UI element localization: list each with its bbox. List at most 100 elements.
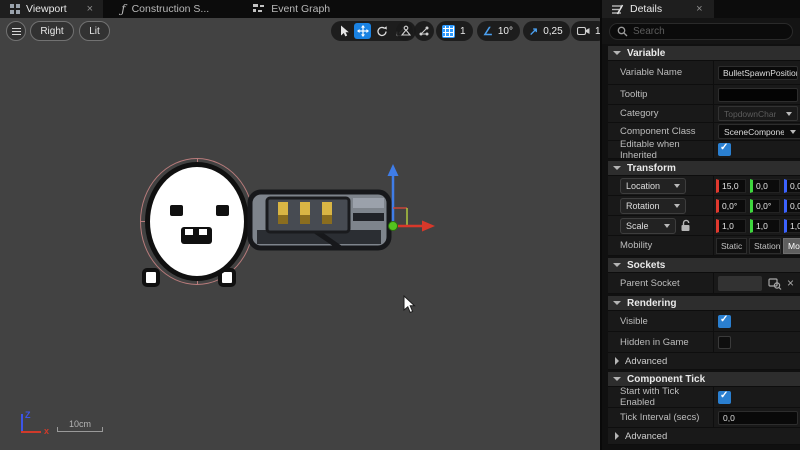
- row-tick-interval: Tick Interval (secs) 0,0: [608, 408, 800, 428]
- gun-sprite[interactable]: [247, 188, 392, 252]
- tooltip-input[interactable]: [718, 88, 798, 102]
- clear-socket-icon[interactable]: ×: [787, 276, 794, 290]
- details-icon: [612, 4, 624, 15]
- chevron-down-icon: [664, 224, 670, 228]
- tooltip-label: Tooltip: [608, 85, 714, 104]
- browse-socket-icon[interactable]: [768, 277, 782, 290]
- section-header-rendering[interactable]: Rendering: [608, 296, 800, 311]
- chevron-down-icon: [674, 204, 680, 208]
- component-tick-advanced-row[interactable]: Advanced: [608, 428, 800, 445]
- expand-arrow-icon: [615, 432, 619, 440]
- tab-construction-label: Construction S...: [132, 3, 210, 15]
- view-mode-label: Lit: [89, 26, 100, 37]
- move-tool-button[interactable]: [354, 23, 371, 39]
- grid-snap-icon: [442, 25, 455, 38]
- transform-gizmo[interactable]: [382, 162, 440, 236]
- tab-construction-script[interactable]: ƒ Construction S...: [111, 0, 219, 18]
- graph-nodes-icon: [253, 4, 265, 14]
- scale-z-field[interactable]: 1,0: [784, 219, 800, 233]
- select-tool-button[interactable]: [335, 23, 352, 39]
- view-mode-button[interactable]: Lit: [79, 21, 110, 41]
- collapse-arrow-icon: [613, 166, 621, 170]
- chevron-down-icon: [790, 130, 796, 134]
- search-box[interactable]: [609, 23, 793, 40]
- view-direction-button[interactable]: Right: [30, 21, 74, 41]
- angle-snap-value[interactable]: 10°: [495, 26, 516, 37]
- rendering-advanced-row[interactable]: Advanced: [608, 353, 800, 370]
- row-location: Location 15,0 0,0 0,0: [608, 176, 800, 196]
- viewport-menu-button[interactable]: [6, 21, 26, 41]
- grid-snap-value[interactable]: 1: [457, 26, 469, 37]
- mobility-movable-button[interactable]: Movable: [783, 238, 800, 254]
- rotation-y-field[interactable]: 0,0°: [750, 199, 780, 213]
- location-dropdown[interactable]: Location: [620, 178, 686, 194]
- row-category: Category TopdownChar: [608, 105, 800, 123]
- rotation-x-field[interactable]: 0,0°: [716, 199, 746, 213]
- category-dropdown[interactable]: TopdownChar: [718, 106, 798, 121]
- scale-ruler-line: [57, 431, 103, 432]
- location-y-field[interactable]: 0,0: [750, 179, 780, 193]
- scale-y-field[interactable]: 1,0: [750, 219, 780, 233]
- section-header-sockets[interactable]: Sockets: [608, 258, 800, 273]
- mobility-label: Mobility: [608, 236, 714, 255]
- surface-snapping-button[interactable]: [396, 21, 416, 41]
- search-input[interactable]: [633, 26, 785, 37]
- camera-icon: [577, 26, 590, 36]
- category-label: Category: [608, 105, 714, 122]
- scale-dropdown[interactable]: Scale: [620, 218, 676, 234]
- scale-snap-value[interactable]: 0,25: [540, 26, 565, 37]
- chevron-down-icon: [786, 112, 792, 116]
- tab-details[interactable]: Details ×: [602, 0, 714, 18]
- editable-checkbox[interactable]: [718, 143, 731, 156]
- viewport[interactable]: Right Lit: [0, 18, 600, 450]
- row-scale: Scale 1,0 1,0 1,0: [608, 216, 800, 236]
- rotate-tool-button[interactable]: [373, 23, 390, 39]
- section-component-tick-label: Component Tick: [627, 374, 705, 385]
- section-variable-label: Variable: [627, 48, 665, 59]
- lock-open-icon[interactable]: [680, 219, 691, 232]
- rotation-dropdown[interactable]: Rotation: [620, 198, 686, 214]
- actor-snapping-button[interactable]: [414, 21, 434, 41]
- hidden-in-game-label: Hidden in Game: [608, 332, 714, 352]
- actor-snapping-icon: [418, 25, 430, 37]
- section-rendering-label: Rendering: [627, 298, 676, 309]
- location-x-field[interactable]: 15,0: [716, 179, 746, 193]
- mobility-stationary-button[interactable]: Stationary: [749, 238, 781, 254]
- section-header-transform[interactable]: Transform: [608, 161, 800, 176]
- tab-details-close-icon[interactable]: ×: [696, 3, 702, 15]
- search-icon: [617, 26, 628, 37]
- location-z-field[interactable]: 0,0: [784, 179, 800, 193]
- tab-event-graph[interactable]: Event Graph: [243, 0, 340, 18]
- angle-snap-group[interactable]: ∠ 10°: [477, 21, 520, 41]
- start-tick-label: Start with Tick Enabled: [608, 387, 714, 407]
- section-header-variable[interactable]: Variable: [608, 46, 800, 61]
- visible-checkbox[interactable]: [718, 315, 731, 328]
- row-editable-when-inherited: Editable when Inherited: [608, 141, 800, 159]
- axis-x-line: [21, 431, 41, 433]
- parent-socket-field[interactable]: [718, 276, 762, 291]
- select-arrow-icon: [338, 25, 350, 37]
- component-class-dropdown[interactable]: SceneComponent: [718, 124, 800, 139]
- unreal-editor-window: Viewport × ƒ Construction S... Event Gra…: [0, 0, 800, 450]
- start-tick-checkbox[interactable]: [718, 391, 731, 404]
- visible-label: Visible: [608, 311, 714, 331]
- location-label: Location: [626, 181, 660, 191]
- tick-interval-input[interactable]: 0,0: [718, 411, 798, 425]
- rotation-z-field[interactable]: 0,0°: [784, 199, 800, 213]
- gizmo-origin: [389, 222, 398, 231]
- camera-speed-value[interactable]: 1: [592, 26, 600, 37]
- grid-snap-group[interactable]: 1: [436, 21, 473, 41]
- section-header-component-tick[interactable]: Component Tick: [608, 372, 800, 387]
- variable-name-input[interactable]: BulletSpawnPosition: [718, 66, 798, 80]
- scale-x-field[interactable]: 1,0: [716, 219, 746, 233]
- scale-snap-group[interactable]: ↗ 0,25: [523, 21, 570, 41]
- camera-speed-group[interactable]: 1: [571, 21, 600, 41]
- character-sprite[interactable]: [145, 162, 249, 281]
- scale-label: Scale: [626, 221, 649, 231]
- mobility-static-button[interactable]: Static: [716, 238, 747, 254]
- hidden-in-game-checkbox[interactable]: [718, 336, 731, 349]
- section-sockets-label: Sockets: [627, 260, 665, 271]
- tab-viewport[interactable]: Viewport ×: [0, 0, 103, 18]
- character-foot-left: [142, 268, 160, 287]
- tab-viewport-close-icon[interactable]: ×: [87, 3, 93, 15]
